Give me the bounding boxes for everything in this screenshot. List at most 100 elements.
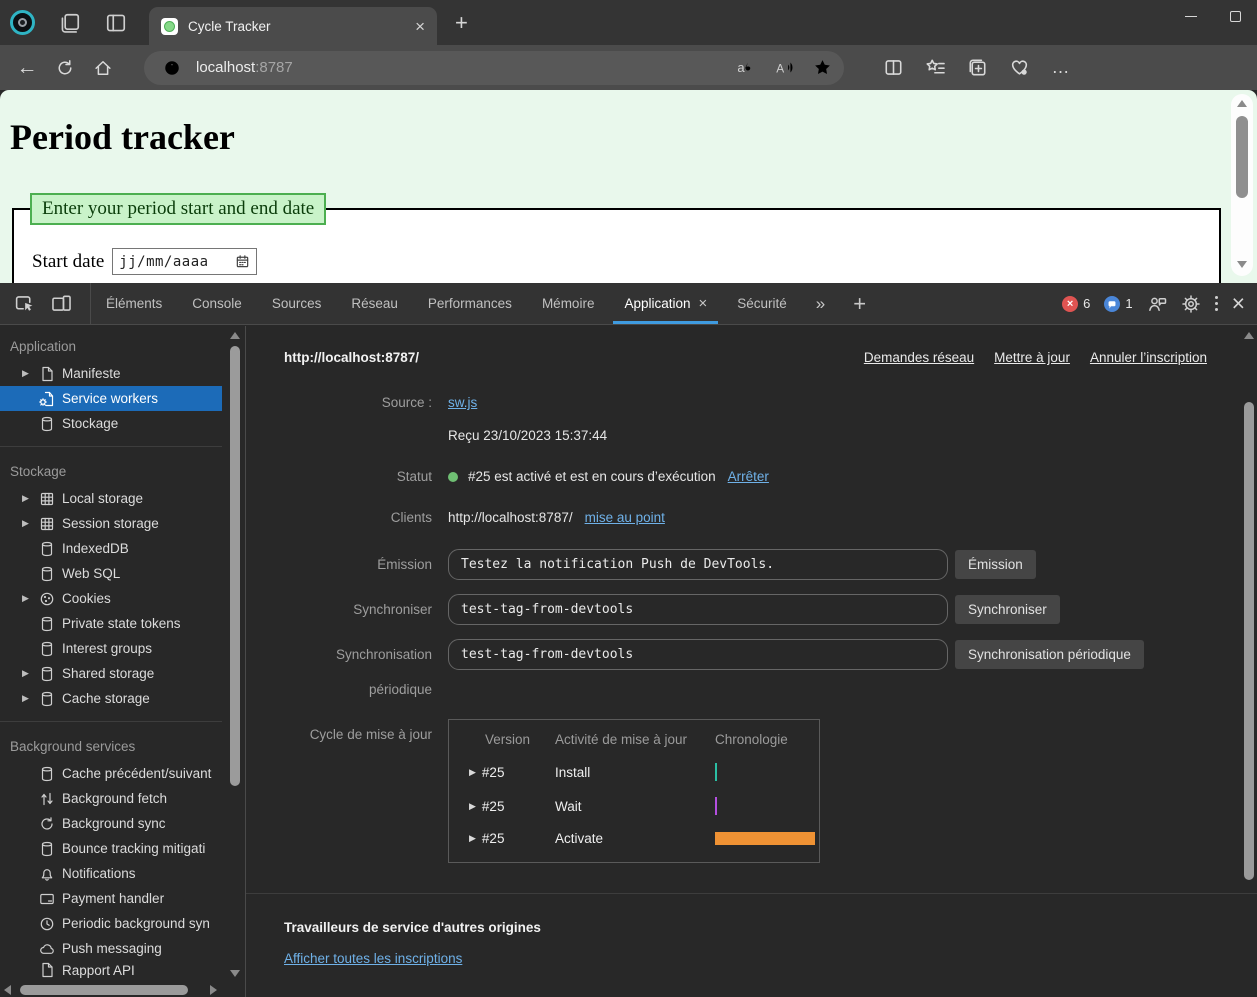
scroll-down-arrow[interactable] (230, 970, 240, 977)
tab-performance[interactable]: Performances (413, 283, 527, 324)
sidebar-item-cookies[interactable]: ▶ Cookies (0, 586, 222, 611)
sidebar-item-service-workers[interactable]: Service workers (0, 386, 222, 411)
sidebar-item-push-messaging[interactable]: Push messaging (0, 936, 222, 961)
push-button[interactable]: Émission (955, 550, 1036, 579)
back-button[interactable]: ← (12, 53, 42, 83)
sidebar-item-session-storage[interactable]: ▶ Session storage (0, 511, 222, 536)
periodic-sync-input[interactable] (448, 639, 948, 670)
network-requests-link[interactable]: Demandes réseau (864, 350, 974, 365)
favorite-star-icon[interactable] (808, 54, 836, 82)
scroll-up-arrow[interactable] (230, 332, 240, 339)
browser-essentials-icon[interactable] (1004, 53, 1034, 83)
tab-actions-icon[interactable] (105, 12, 127, 34)
collections-icon[interactable] (962, 53, 992, 83)
expand-arrow-icon[interactable]: ▶ (469, 833, 476, 844)
sidebar-item-cache-storage[interactable]: ▶ Cache storage (0, 686, 222, 711)
cycle-row-activate[interactable]: ▶#25 Activate (469, 831, 819, 846)
scroll-right-arrow[interactable] (210, 985, 217, 995)
scroll-down-arrow[interactable] (1237, 261, 1247, 268)
main-vertical-scrollbar[interactable] (1241, 328, 1257, 995)
refresh-button[interactable] (50, 53, 80, 83)
error-badge[interactable]: × 6 (1062, 296, 1090, 312)
cycle-row-wait[interactable]: ▶#25 Wait (469, 797, 819, 815)
issue-badge[interactable]: 1 (1104, 296, 1132, 312)
tab-console[interactable]: Console (177, 283, 257, 324)
sidebar-item-periodic-background-sync[interactable]: Periodic background syn (0, 911, 222, 936)
source-file-link[interactable]: sw.js (448, 395, 477, 410)
tab-close-icon[interactable]: × (415, 18, 425, 35)
expand-arrow-icon[interactable]: ▶ (20, 693, 31, 704)
tab-application[interactable]: Application× (609, 283, 722, 324)
sidebar-item-indexeddb[interactable]: IndexedDB (0, 536, 222, 561)
expand-arrow-icon[interactable]: ▶ (20, 518, 31, 529)
main-scroll-thumb[interactable] (1244, 402, 1254, 880)
page-scroll-thumb[interactable] (1236, 116, 1248, 198)
update-link[interactable]: Mettre à jour (994, 350, 1070, 365)
expand-arrow-icon[interactable]: ▶ (469, 767, 476, 778)
tab-network[interactable]: Réseau (336, 283, 413, 324)
sidebar-item-local-storage[interactable]: ▶ Local storage (0, 486, 222, 511)
sidebar-scroll-thumb[interactable] (230, 346, 240, 786)
workspaces-icon[interactable] (59, 12, 81, 34)
sync-button[interactable]: Synchroniser (955, 595, 1060, 624)
tab-memory[interactable]: Mémoire (527, 283, 610, 324)
cycle-row-install[interactable]: ▶#25 Install (469, 763, 819, 781)
devtools-menu-icon[interactable] (1215, 296, 1218, 311)
expand-arrow-icon[interactable]: ▶ (469, 801, 476, 812)
gear-icon[interactable] (1181, 294, 1201, 314)
tab-application-close-icon[interactable]: × (699, 295, 708, 312)
minimize-button[interactable] (1169, 0, 1213, 32)
new-tab-button[interactable]: + (455, 12, 468, 34)
site-info-icon[interactable] (158, 54, 186, 82)
read-aloud-icon[interactable]: A (770, 54, 798, 82)
sidebar-item-private-state-tokens[interactable]: Private state tokens (0, 611, 222, 636)
address-url[interactable]: localhost:8787 (196, 59, 722, 76)
home-button[interactable] (88, 53, 118, 83)
expand-arrow-icon[interactable]: ▶ (20, 593, 31, 604)
expand-arrow-icon[interactable]: ▶ (20, 668, 31, 679)
scroll-up-arrow[interactable] (1237, 100, 1247, 107)
expand-arrow-icon[interactable]: ▶ (20, 368, 31, 379)
sidebar-item-web-sql[interactable]: Web SQL (0, 561, 222, 586)
devtools-close-icon[interactable]: × (1232, 290, 1245, 317)
more-tabs-icon[interactable]: » (802, 283, 839, 324)
scroll-up-arrow[interactable] (1244, 332, 1254, 339)
calendar-icon[interactable] (235, 254, 250, 269)
start-date-input[interactable]: jj/mm/aaaa (112, 248, 257, 275)
add-tab-icon[interactable]: + (839, 283, 880, 324)
scroll-left-arrow[interactable] (4, 985, 11, 995)
browser-tab[interactable]: Cycle Tracker × (149, 7, 437, 45)
tab-elements[interactable]: Éléments (91, 283, 177, 324)
sidebar-item-shared-storage[interactable]: ▶ Shared storage (0, 661, 222, 686)
sidebar-item-reporting-api[interactable]: Rapport API (0, 961, 222, 979)
inspect-element-icon[interactable] (14, 293, 35, 314)
feedback-icon[interactable] (1147, 294, 1167, 314)
page-scrollbar[interactable] (1231, 94, 1253, 276)
sidebar-hscroll-thumb[interactable] (20, 985, 188, 995)
sidebar-item-interest-groups[interactable]: Interest groups (0, 636, 222, 661)
sidebar-item-payment-handler[interactable]: Payment handler (0, 886, 222, 911)
browser-logo-icon[interactable] (10, 10, 35, 35)
sync-input[interactable] (448, 594, 948, 625)
settings-menu-icon[interactable]: … (1046, 53, 1076, 83)
split-screen-icon[interactable] (878, 53, 908, 83)
sidebar-item-background-sync[interactable]: Background sync (0, 811, 222, 836)
sidebar-item-manifest[interactable]: ▶ Manifeste (0, 361, 222, 386)
sidebar-item-bounce-tracking[interactable]: Bounce tracking mitigati (0, 836, 222, 861)
sidebar-vertical-scrollbar[interactable] (227, 326, 243, 981)
expand-arrow-icon[interactable]: ▶ (20, 493, 31, 504)
sidebar-item-back-forward-cache[interactable]: Cache précédent/suivant (0, 761, 222, 786)
tab-security[interactable]: Sécurité (722, 283, 802, 324)
stop-link[interactable]: Arrêter (728, 469, 769, 484)
address-bar[interactable]: localhost:8787 a A (144, 51, 844, 85)
push-input[interactable] (448, 549, 948, 580)
translate-icon[interactable]: a (732, 54, 760, 82)
unregister-link[interactable]: Annuler l’inscription (1090, 350, 1207, 365)
focus-link[interactable]: mise au point (585, 510, 665, 525)
view-all-registrations-link[interactable]: Afficher toutes les inscriptions (284, 951, 462, 966)
sidebar-item-notifications[interactable]: Notifications (0, 861, 222, 886)
maximize-button[interactable] (1213, 0, 1257, 32)
periodic-sync-button[interactable]: Synchronisation périodique (955, 640, 1144, 669)
sidebar-item-background-fetch[interactable]: Background fetch (0, 786, 222, 811)
favorites-list-icon[interactable] (920, 53, 950, 83)
